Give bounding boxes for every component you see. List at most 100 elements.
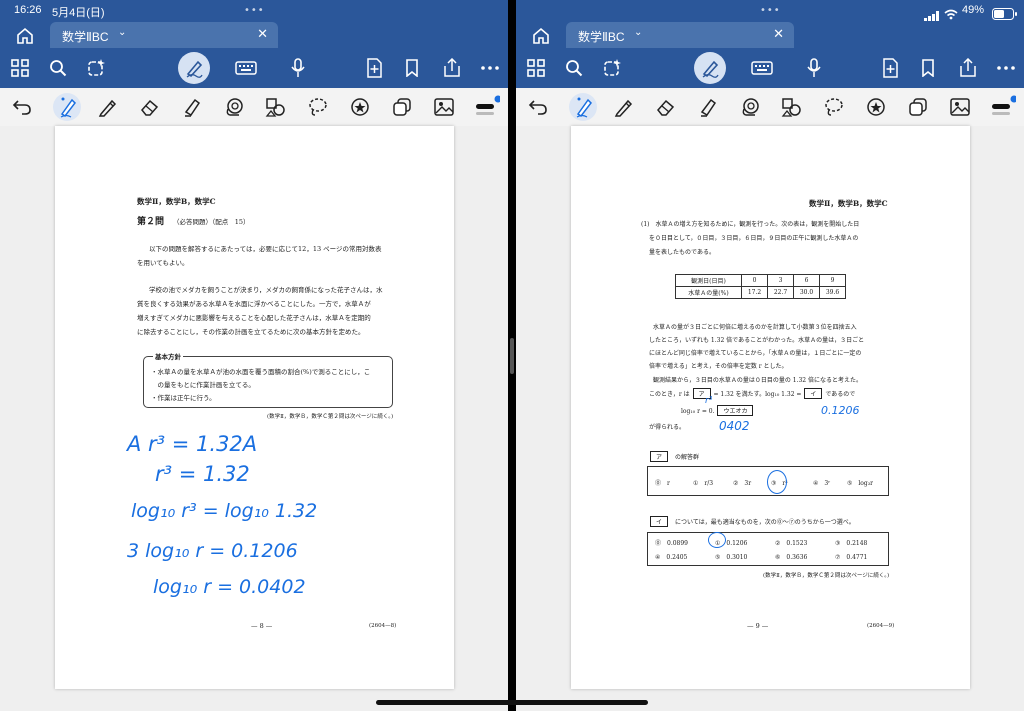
select-icon[interactable] (822, 95, 846, 119)
choice-i-7[interactable]: ⑦ 0.4771 (835, 552, 867, 561)
handwriting-line-5[interactable]: log₁₀ r = 0.0402 (153, 576, 306, 598)
copy-icon[interactable] (906, 95, 930, 119)
para-line-1: 学校の池でメダカを飼うことが決まり，メダカの飼育係になった花子さんは，水 (149, 286, 383, 294)
pen-icon[interactable] (569, 93, 597, 121)
lasso-icon[interactable] (222, 95, 246, 119)
pencil-icon[interactable] (612, 95, 636, 119)
blank-i: イ (804, 388, 823, 399)
table-amount-cell: 17.2 (741, 286, 768, 299)
intro-line-1: 以下の問題を解答するにあたっては，必要に応じて12，13 ページの常用対数表 (149, 245, 382, 253)
t6-c: = 1.32 を満たす。log₁₀ 1.32 = (713, 391, 802, 398)
home-indicator[interactable] (376, 700, 648, 705)
image-icon[interactable] (432, 95, 456, 119)
close-tab-icon[interactable]: ✕ (773, 27, 784, 42)
page-9[interactable]: 数学Ⅱ，数学B，数学C (1) 水草Ａの増え方を知るために，観測を行った。次の表… (571, 126, 970, 689)
highlighter-icon[interactable] (180, 95, 204, 119)
pen-icon[interactable] (53, 93, 81, 121)
grid-icon[interactable] (524, 56, 548, 80)
search-icon[interactable] (46, 56, 70, 80)
table-header-day: 観測日(日目) (675, 274, 742, 287)
handwriting-line-4[interactable]: 3 log₁₀ r = 0.1206 (127, 540, 298, 562)
choice-a-0[interactable]: ⓪ r (655, 478, 670, 487)
copy-icon[interactable] (390, 95, 414, 119)
keyboard-icon[interactable] (750, 56, 774, 80)
split-handle[interactable] (510, 338, 514, 374)
stamp-icon[interactable] (348, 95, 372, 119)
image-icon[interactable] (948, 95, 972, 119)
choice-a-5[interactable]: ⑤ log₃r (847, 478, 873, 487)
bookmark-icon[interactable] (916, 56, 940, 80)
multitask-dots[interactable]: ••• (760, 5, 781, 16)
chevron-down-icon[interactable]: ⌄ (118, 27, 126, 38)
handwriting-value[interactable]: 0.1206 (821, 404, 860, 417)
tab-label: 数学ⅡBC (578, 30, 625, 44)
table-day-cell: 9 (819, 274, 846, 287)
answer-label-a: ア (650, 451, 669, 462)
document-tab[interactable]: 数学ⅡBC ⌄ ✕ (50, 22, 278, 48)
microphone-icon[interactable] (802, 56, 826, 80)
handwriting-0402[interactable]: 0402 (719, 419, 750, 433)
choice-i-3[interactable]: ③ 0.2148 (835, 538, 867, 547)
draw-icon[interactable] (694, 52, 726, 84)
choice-a-1[interactable]: ① r/3 (693, 478, 713, 487)
search-icon[interactable] (562, 56, 586, 80)
choice-a-4[interactable]: ④ 3ʳ (813, 478, 830, 487)
pencil-icon[interactable] (96, 95, 120, 119)
highlighter-icon[interactable] (696, 95, 720, 119)
undo-icon[interactable] (526, 95, 550, 119)
add-page-icon[interactable] (362, 56, 386, 80)
handwriting-line-1[interactable]: A r³ = 1.32A (127, 432, 257, 456)
grid-icon[interactable] (8, 56, 32, 80)
right-pane: ••• 49% 数学ⅡBC ⌄ ✕ 数学Ⅱ，数学B，数学C (1) 水草Ａの増え (516, 0, 1024, 711)
draw-icon[interactable] (178, 52, 210, 84)
ai-icon[interactable] (84, 56, 108, 80)
t7-a: log₁₀ r = 0. (681, 408, 715, 415)
page-header: 数学Ⅱ，数学B，数学C (809, 199, 888, 208)
choice-i-2[interactable]: ② 0.1523 (775, 538, 807, 547)
eraser-icon[interactable] (138, 95, 162, 119)
t6-e: であるので (825, 391, 856, 398)
select-icon[interactable] (306, 95, 330, 119)
choice-i-0[interactable]: ⓪ 0.0899 (655, 538, 688, 547)
undo-icon[interactable] (10, 95, 34, 119)
q1-line-1: (1) 水草Ａの増え方を知るために，観測を行った。次の表は，観測を開始した日 (641, 221, 860, 228)
stroke-width-icon[interactable] (992, 95, 1016, 119)
answer-circle-a[interactable] (767, 470, 787, 494)
page-8[interactable]: 数学Ⅱ，数学B，数学C 第２問 （必答問題）（配点 15） 以下の問題を解答する… (55, 126, 454, 689)
shapes-icon[interactable] (780, 95, 804, 119)
ai-icon[interactable] (600, 56, 624, 80)
t6-a: このとき，r は (649, 391, 690, 398)
document-tab[interactable]: 数学ⅡBC ⌄ ✕ (566, 22, 794, 48)
home-icon[interactable] (530, 26, 552, 46)
keyboard-icon[interactable] (234, 56, 258, 80)
choice-i-6[interactable]: ⑥ 0.3636 (775, 552, 807, 561)
answer-circle-i[interactable] (708, 532, 726, 548)
stamp-icon[interactable] (864, 95, 888, 119)
share-icon[interactable] (956, 56, 980, 80)
handwriting-line-2[interactable]: r³ = 1.32 (155, 462, 250, 486)
question-note: （必答問題）（配点 15） (173, 218, 250, 226)
close-tab-icon[interactable]: ✕ (257, 27, 268, 42)
home-icon[interactable] (14, 26, 36, 46)
handwriting-line-3[interactable]: log₁₀ r³ = log₁₀ 1.32 (131, 500, 317, 522)
eraser-icon[interactable] (654, 95, 678, 119)
choice-i-5[interactable]: ⑤ 0.3010 (715, 552, 747, 561)
share-icon[interactable] (440, 56, 464, 80)
blank-ueoka: ウエオカ (717, 405, 754, 416)
choice-a-2[interactable]: ② 3r (733, 478, 751, 487)
more-icon[interactable] (994, 56, 1018, 80)
bookmark-icon[interactable] (400, 56, 424, 80)
more-icon[interactable] (478, 56, 502, 80)
document-canvas[interactable]: 数学Ⅱ，数学B，数学C (1) 水草Ａの増え方を知るために，観測を行った。次の表… (516, 126, 1024, 711)
chevron-down-icon[interactable]: ⌄ (634, 27, 642, 38)
table-amount-cell: 30.0 (793, 286, 820, 299)
add-page-icon[interactable] (878, 56, 902, 80)
multitask-dots[interactable]: ••• (244, 5, 265, 16)
stroke-width-icon[interactable] (476, 95, 500, 119)
document-canvas[interactable]: 数学Ⅱ，数学B，数学C 第２問 （必答問題）（配点 15） 以下の問題を解答する… (0, 126, 508, 711)
handwriting-r3[interactable]: r³ (705, 396, 712, 406)
microphone-icon[interactable] (286, 56, 310, 80)
lasso-icon[interactable] (738, 95, 762, 119)
choice-i-4[interactable]: ④ 0.2405 (655, 552, 687, 561)
shapes-icon[interactable] (264, 95, 288, 119)
